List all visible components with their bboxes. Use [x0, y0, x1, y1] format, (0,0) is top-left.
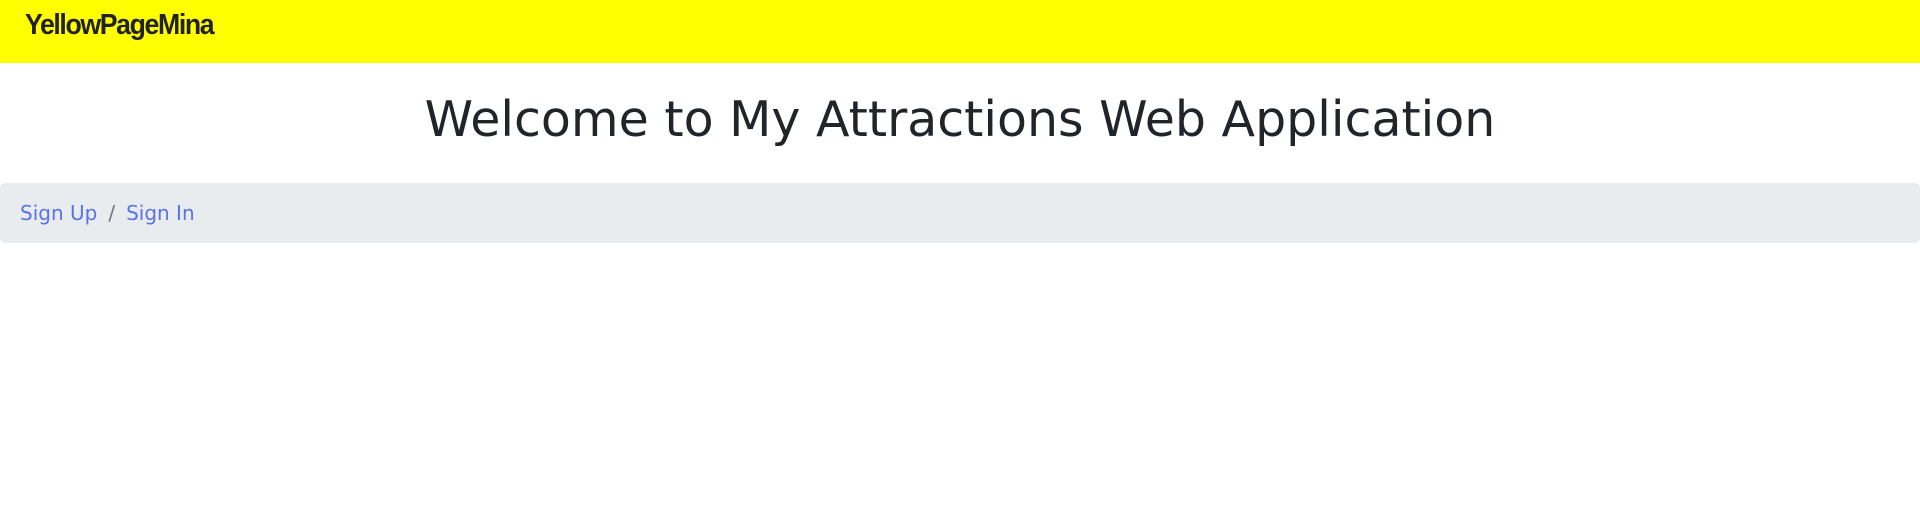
page-title: Welcome to My Attractions Web Applicatio… — [424, 91, 1496, 148]
breadcrumb: Sign Up / Sign In — [0, 183, 1920, 243]
top-navbar: YellowPageMina — [0, 0, 1920, 63]
sign-in-link[interactable]: Sign In — [126, 201, 195, 225]
brand-logo[interactable]: YellowPageMina — [25, 9, 215, 42]
breadcrumb-separator: / — [108, 201, 116, 225]
sign-up-link[interactable]: Sign Up — [20, 201, 97, 225]
